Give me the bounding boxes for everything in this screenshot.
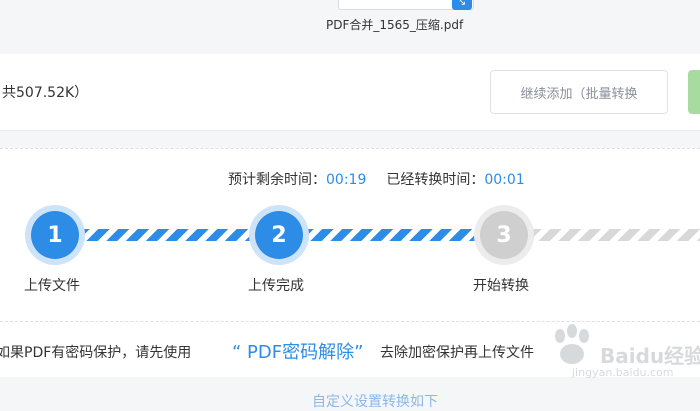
time-row: 预计剩余时间：00:19 已经转换时间：00:01 — [228, 169, 525, 189]
step-3-number: 3 — [480, 211, 528, 259]
step-1-number: 1 — [31, 211, 79, 259]
elapsed-time-label: 已经转换时间： — [386, 172, 485, 188]
pdf-unlock-link[interactable]: “ PDF密码解除” — [232, 338, 363, 364]
step-2-indicator: 2 — [249, 205, 309, 265]
watermark-url: jingyan.baidu.com — [572, 366, 674, 379]
step-2-number: 2 — [255, 211, 303, 259]
remaining-time-label: 预计剩余时间： — [228, 172, 326, 188]
step-3-indicator: 3 — [474, 205, 534, 265]
step-3-label: 开始转换 — [473, 278, 529, 294]
remaining-time-value: 00:19 — [326, 172, 367, 188]
start-convert-button[interactable] — [688, 70, 700, 114]
notice-suffix: 去除加密保护再上传文件 — [380, 345, 534, 361]
custom-settings-link[interactable]: 自定义设置转换如下 — [312, 391, 438, 411]
paw-logo-icon — [555, 324, 589, 364]
progress-connector-2 — [304, 229, 480, 241]
watermark-brand: Baidu经验 — [600, 344, 700, 368]
baidu-watermark: Baidu经验 jingyan.baidu.com — [548, 322, 700, 384]
step-1-indicator: 1 — [25, 205, 85, 265]
step-2-label: 上传完成 — [248, 278, 304, 294]
progress-connector-1 — [80, 229, 256, 241]
step-1-label: 上传文件 — [24, 278, 80, 294]
file-name: PDF合并_1565_压缩.pdf — [326, 18, 464, 32]
progress-connector-3 — [528, 229, 700, 241]
action-bar: 共507.52K） 继续添加（批量转换 — [0, 54, 700, 131]
total-size-text: 共507.52K） — [2, 85, 89, 101]
notice-prefix: 如果PDF有密码保护，请先使用 — [0, 345, 192, 361]
chevron-icon[interactable]: ↘ — [452, 0, 472, 10]
file-area: ↘ PDF合并_1565_压缩.pdf — [0, 0, 700, 52]
add-more-button[interactable]: 继续添加（批量转换 — [490, 70, 668, 114]
elapsed-time-value: 00:01 — [484, 172, 525, 188]
